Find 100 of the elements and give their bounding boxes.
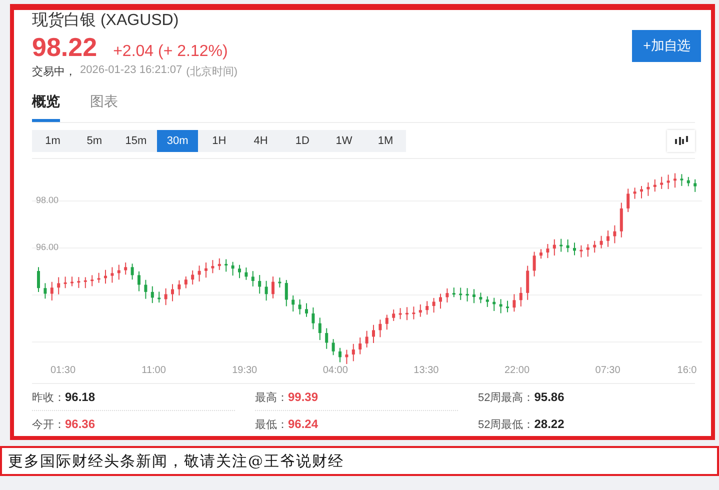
trading-status: 交易中， [32, 64, 76, 79]
candle [37, 266, 40, 292]
candle [144, 279, 148, 300]
stat-value: 96.18 [65, 390, 96, 404]
candle [385, 314, 388, 330]
candle [532, 251, 536, 277]
x-axis-label: 22:00 [504, 365, 530, 376]
stat-value: 28.22 [534, 417, 564, 431]
candle [573, 242, 576, 256]
candle [479, 292, 482, 304]
candle [345, 349, 348, 364]
stat-label: 52周最高： [478, 390, 534, 404]
stat-label: 52周最低： [478, 418, 534, 432]
candle [251, 270, 254, 287]
candle [171, 284, 174, 302]
candle [653, 178, 656, 192]
candle [90, 274, 94, 287]
candle [546, 244, 550, 259]
candle [600, 235, 603, 249]
stat-label: 昨收： [32, 390, 65, 404]
candle [244, 267, 248, 280]
interval-tab[interactable]: 4H [240, 130, 282, 152]
interval-tab[interactable]: 30m [156, 130, 198, 152]
candle [104, 269, 107, 284]
candle [406, 306, 408, 321]
x-axis-label: 07:30 [595, 365, 620, 376]
timestamp: 2026-01-23 16:21:07 [80, 64, 182, 78]
candle [418, 304, 422, 318]
candle [660, 176, 664, 190]
interval-tab[interactable]: 1m [32, 130, 74, 152]
stat-label: 最高： [255, 390, 288, 404]
candle [674, 172, 676, 188]
candle [218, 258, 221, 270]
candle [613, 224, 616, 244]
x-axis-label: 16:0 [677, 365, 697, 376]
candle [432, 297, 436, 314]
candle [540, 248, 542, 260]
candle [640, 185, 643, 199]
candle [110, 266, 114, 284]
candle [318, 317, 322, 341]
candle [606, 230, 610, 248]
candle [694, 178, 697, 192]
candle [492, 297, 496, 312]
candle [298, 298, 302, 315]
stat-value: 96.36 [65, 417, 96, 431]
candle [44, 282, 47, 300]
candle [552, 238, 556, 256]
candle [398, 308, 402, 320]
candle [446, 288, 449, 303]
candle [466, 288, 469, 302]
candle [439, 293, 442, 310]
candle [680, 174, 684, 186]
candle [164, 288, 168, 306]
candlestick-icon [674, 136, 688, 146]
candle [278, 277, 282, 288]
candle [204, 262, 208, 278]
candle [211, 260, 214, 274]
quote-title: 现货白银 (XAGUSD) [32, 11, 180, 31]
candle [686, 176, 690, 187]
price-value: 98.22 [32, 32, 98, 63]
x-axis-label: 19:30 [232, 365, 258, 376]
x-axis-label: 11:00 [142, 365, 166, 376]
caption-text: 更多国际财经头条新闻，敬请关注@王爷说财经 [8, 452, 344, 470]
candle [124, 262, 128, 276]
y-axis-label: 96.00 [36, 242, 59, 252]
candle [332, 338, 335, 356]
candle [191, 270, 194, 286]
candle [150, 286, 154, 304]
interval-tab[interactable]: 1H [198, 130, 240, 152]
candle [325, 328, 328, 350]
candle [352, 343, 355, 362]
interval-tab[interactable]: 15m [115, 130, 157, 152]
stat-value: 96.24 [288, 417, 318, 431]
interval-tab[interactable]: 5m [74, 130, 116, 152]
candle [64, 276, 67, 289]
candle [626, 188, 630, 213]
chart-type-button[interactable] [667, 130, 695, 152]
candle [312, 306, 315, 330]
interval-tab[interactable]: 1W [323, 130, 365, 152]
add-watchlist-button[interactable]: +加自选 [632, 30, 701, 62]
interval-tab[interactable]: 1D [282, 130, 324, 152]
price-change: +2.04 (+ 2.12%) [113, 43, 228, 61]
candle [117, 264, 120, 280]
candle [365, 330, 368, 348]
candle [231, 261, 234, 276]
tab[interactable]: 图表 [90, 93, 118, 122]
stat-value: 99.39 [288, 390, 318, 404]
candle [198, 265, 201, 282]
candle [130, 263, 134, 280]
candle [305, 302, 308, 318]
stat-label: 最低： [255, 418, 288, 432]
candle [499, 298, 502, 314]
candle [84, 276, 87, 289]
tab[interactable]: 概览 [32, 93, 60, 122]
candle [452, 287, 456, 298]
candle [258, 274, 262, 294]
interval-tab[interactable]: 1M [364, 130, 406, 152]
timezone-label: (北京时间) [186, 64, 238, 79]
x-axis-label: 01:30 [50, 365, 76, 376]
candle [506, 300, 509, 313]
